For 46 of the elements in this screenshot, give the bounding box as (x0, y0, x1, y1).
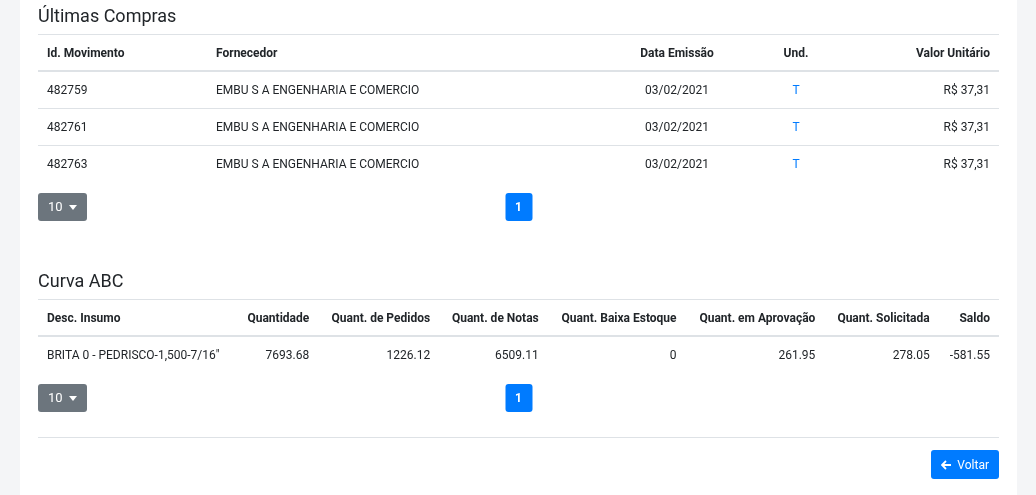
table-cell: T (756, 145, 836, 182)
table-cell: 03/02/2021 (598, 145, 756, 182)
column-header: Quant. de Pedidos (318, 300, 440, 336)
table-cell: BRITA 0 - PEDRISCO-1,500-7/16" (38, 336, 236, 373)
column-header: Valor Unitário (836, 35, 999, 71)
column-header: Data Emissão (598, 35, 756, 71)
table-cell: 1226.12 (318, 336, 440, 373)
table-cell: 6509.11 (439, 336, 548, 373)
column-header: Und. (756, 35, 836, 71)
column-header: Quant. Solicitada (824, 300, 939, 336)
table-cell: 7693.68 (235, 336, 319, 373)
table-cell: EMBU S A ENGENHARIA E COMERCIO (207, 145, 598, 182)
column-header: Desc. Insumo (38, 300, 236, 336)
page-size-dropdown[interactable]: 10 (38, 193, 87, 221)
table-cell: 261.95 (685, 336, 825, 373)
caret-icon (68, 204, 77, 210)
table-cell: 482759 (38, 71, 207, 108)
page-button[interactable]: 1 (505, 193, 532, 221)
table-cell: -581.55 (938, 336, 999, 373)
section-title: Curva ABC (38, 270, 999, 300)
page-size-dropdown[interactable]: 10 (38, 384, 87, 412)
table-cell: 278.05 (824, 336, 939, 373)
table-cell: R$ 37,31 (836, 71, 999, 108)
back-button[interactable]: Voltar (931, 450, 999, 479)
table-cell: T (756, 108, 836, 145)
table-cell: 03/02/2021 (598, 71, 756, 108)
table-cell: EMBU S A ENGENHARIA E COMERCIO (207, 71, 598, 108)
arrow-left-icon (941, 459, 953, 470)
table-cell: EMBU S A ENGENHARIA E COMERCIO (207, 108, 598, 145)
caret-icon (68, 395, 77, 401)
table-cell: 03/02/2021 (598, 108, 756, 145)
column-header: Saldo (938, 300, 999, 336)
column-header: Quant. de Notas (439, 300, 548, 336)
page-button[interactable]: 1 (505, 384, 532, 412)
table-cell: 482763 (38, 145, 207, 182)
column-header: Fornecedor (207, 35, 598, 71)
table-cell: T (756, 71, 836, 108)
table-cell: 482761 (38, 108, 207, 145)
table-cell: R$ 37,31 (836, 145, 999, 182)
table-cell: R$ 37,31 (836, 108, 999, 145)
table-cell: 0 (547, 336, 686, 373)
column-header: Quant. em Aprovação (685, 300, 825, 336)
column-header: Quant. Baixa Estoque (547, 300, 686, 336)
column-header: Quantidade (235, 300, 319, 336)
column-header: Id. Movimento (38, 35, 207, 71)
section-title: Últimas Compras (38, 5, 999, 35)
